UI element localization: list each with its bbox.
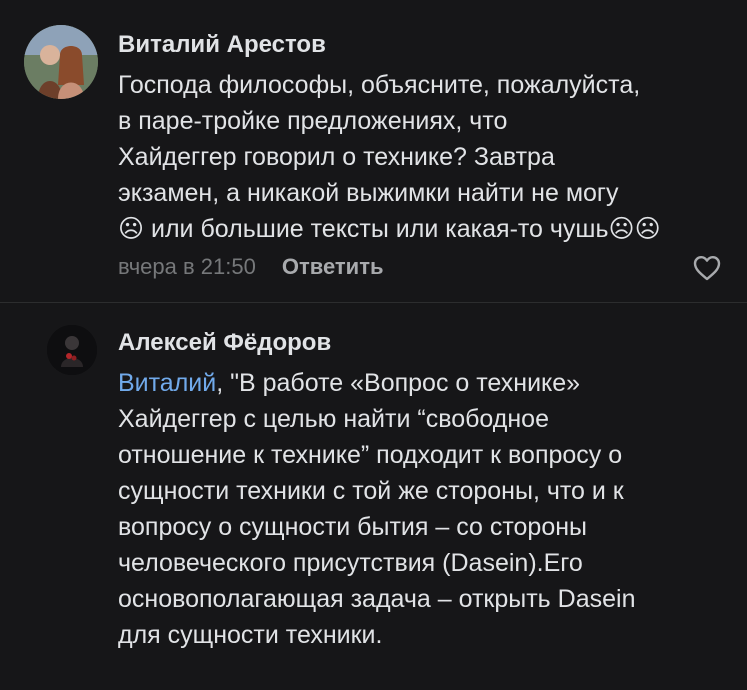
avatar[interactable] <box>47 325 97 375</box>
comment-meta: вчера в 21:50 Ответить <box>118 254 384 280</box>
comment-text-line: экзамен, а никакой выжимки найти не могу <box>118 179 619 207</box>
comment-vitaly: Виталий Арестов Господа философы, объясн… <box>0 0 747 302</box>
mention-link[interactable]: Виталий <box>118 369 216 397</box>
comment-author[interactable]: Виталий Арестов <box>118 31 326 59</box>
comment-text-fragment: , "В работе «Вопрос о технике» <box>216 369 581 397</box>
comment-text-line: сущности техники с той же стороны, что и… <box>118 477 624 505</box>
comment-timestamp[interactable]: вчера в 21:50 <box>118 254 256 280</box>
comment-text-line: для сущности техники. <box>118 621 383 649</box>
reply-button[interactable]: Ответить <box>282 254 384 280</box>
comment-text-line: Хайдеггер с целью найти “свободное <box>118 405 549 433</box>
comment-text-line: основополагающая задача – открыть Dasein <box>118 585 636 613</box>
comment-text-line: Виталий, "В работе «Вопрос о технике» <box>118 365 728 401</box>
comment-author[interactable]: Алексей Фёдоров <box>118 329 331 357</box>
comment-text: Виталий, "В работе «Вопрос о технике» Ха… <box>118 365 728 653</box>
comment-text-line: Хайдеггер говорил о технике? Завтра <box>118 143 555 171</box>
comment-text-line: ☹ или большие тексты или какая-то чушь☹☹ <box>118 215 661 243</box>
avatar[interactable] <box>24 25 98 99</box>
comment-text-line: Господа философы, объясните, пожалуйста, <box>118 71 641 99</box>
comment-alexey: Алексей Фёдоров Виталий, "В работе «Вопр… <box>0 303 747 690</box>
heart-outline-icon[interactable] <box>692 254 722 282</box>
comment-text-line: человеческого присутствия (Dasein).Его <box>118 549 583 577</box>
comment-text-line: вопросу о сущности бытия – со стороны <box>118 513 588 541</box>
comment-text: Господа философы, объясните, пожалуйста,… <box>118 67 728 247</box>
comment-text-line: в паре-тройке предложениях, что <box>118 107 508 135</box>
comment-text-line: отношение к технике” подходит к вопросу … <box>118 441 623 469</box>
